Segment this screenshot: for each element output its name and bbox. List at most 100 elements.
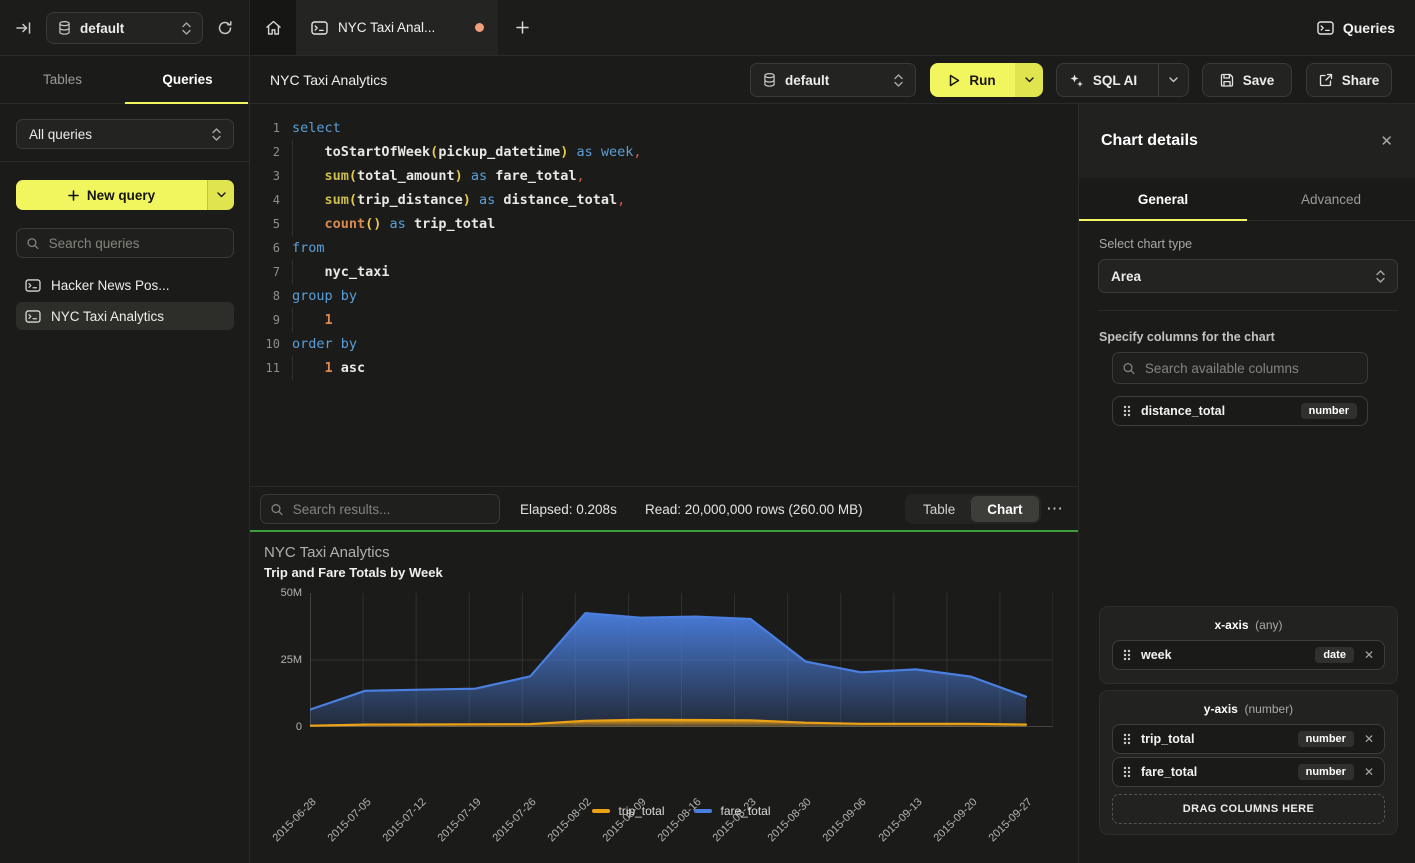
y-axis-column-fare-total[interactable]: fare_total number ✕ xyxy=(1112,757,1385,787)
panel-header: Chart details ✕ xyxy=(1079,104,1415,178)
y-axis-column-trip-total[interactable]: trip_total number ✕ xyxy=(1112,724,1385,754)
sparkles-icon xyxy=(1069,73,1084,88)
x-axis-dropzone: x-axis (any) week date ✕ xyxy=(1099,606,1398,684)
terminal-icon xyxy=(25,310,41,323)
code-text: from xyxy=(292,236,325,260)
chart-view-tab[interactable]: Chart xyxy=(971,496,1038,522)
sql-ai-dropdown[interactable] xyxy=(1158,64,1188,96)
share-button[interactable]: Share xyxy=(1306,63,1392,97)
available-column-distance-total[interactable]: distance_total number xyxy=(1112,396,1368,426)
query-list-item[interactable]: Hacker News Pos... xyxy=(16,271,234,299)
remove-column-icon[interactable]: ✕ xyxy=(1364,648,1374,662)
columns-search-input[interactable] xyxy=(1143,360,1357,377)
code-text: sum(total_amount) as fare_total, xyxy=(292,164,585,188)
new-query-dropdown[interactable] xyxy=(207,180,234,210)
code-line[interactable]: 11 1 asc xyxy=(250,356,1078,380)
query-list-item-selected[interactable]: NYC Taxi Analytics xyxy=(16,302,234,330)
chart-plot-area[interactable] xyxy=(310,593,1053,727)
tab-advanced[interactable]: Advanced xyxy=(1247,178,1415,220)
legend-label: trip_total xyxy=(618,804,664,818)
code-text: sum(trip_distance) as distance_total, xyxy=(292,188,625,212)
drag-handle-icon[interactable] xyxy=(1123,733,1131,745)
code-line[interactable]: 5 count() as trip_total xyxy=(250,212,1078,236)
tab-tables[interactable]: Tables xyxy=(0,56,125,103)
new-query-button[interactable]: New query xyxy=(16,180,234,210)
play-icon xyxy=(949,74,960,87)
more-options-button[interactable]: ⋯ xyxy=(1042,494,1068,524)
code-line[interactable]: 4 sum(trip_distance) as distance_total, xyxy=(250,188,1078,212)
rows-read-stat: Read: 20,000,000 rows (260.00 MB) xyxy=(645,487,863,531)
query-filter-value: All queries xyxy=(29,127,212,142)
remove-column-icon[interactable]: ✕ xyxy=(1364,765,1374,779)
results-search[interactable] xyxy=(260,494,500,524)
chevron-down-icon xyxy=(1169,77,1178,83)
query-filter-select[interactable]: All queries xyxy=(16,119,234,149)
sidebar-search-input[interactable] xyxy=(47,235,223,252)
chart-card: NYC Taxi Analytics Trip and Fare Totals … xyxy=(250,532,1078,863)
code-line[interactable]: 2 toStartOfWeek(pickup_datetime) as week… xyxy=(250,140,1078,164)
x-axis-column-week[interactable]: week date ✕ xyxy=(1112,640,1385,670)
collapse-sidebar-icon[interactable] xyxy=(16,20,32,36)
drag-handle-icon[interactable] xyxy=(1123,405,1131,417)
drag-handle-icon[interactable] xyxy=(1123,649,1131,661)
legend-item[interactable]: fare_total xyxy=(694,804,770,818)
top-bar-left: default xyxy=(0,0,250,56)
sql-ai-button[interactable]: SQL AI xyxy=(1056,63,1189,97)
column-name: fare_total xyxy=(1141,765,1288,779)
query-list-item-label: NYC Taxi Analytics xyxy=(51,309,164,324)
chevron-down-icon xyxy=(1025,77,1034,83)
drag-columns-dropzone[interactable]: DRAG COLUMNS HERE xyxy=(1112,794,1385,824)
refresh-icon[interactable] xyxy=(217,20,233,36)
run-database-selector[interactable]: default xyxy=(750,63,916,97)
code-line[interactable]: 9 1 xyxy=(250,308,1078,332)
tab-title: NYC Taxi Anal... xyxy=(338,20,465,35)
tab-general[interactable]: General xyxy=(1079,178,1247,220)
chevron-updown-icon xyxy=(182,22,191,35)
database-selector[interactable]: default xyxy=(46,12,203,44)
sidebar-tabs: Tables Queries xyxy=(0,56,250,104)
columns-section-label: Specify columns for the chart xyxy=(1099,330,1275,344)
column-name: week xyxy=(1141,648,1305,662)
share-label: Share xyxy=(1342,73,1380,88)
search-icon xyxy=(271,503,283,516)
legend-swatch xyxy=(592,809,610,813)
chart-legend: trip_total fare_total xyxy=(310,804,1053,818)
search-icon xyxy=(27,237,39,250)
drag-handle-icon[interactable] xyxy=(1123,766,1131,778)
tab-queries[interactable]: Queries xyxy=(125,56,250,103)
x-axis-header: x-axis (any) xyxy=(1112,615,1385,640)
database-icon xyxy=(763,73,776,87)
sidebar-search[interactable] xyxy=(16,228,234,258)
terminal-icon xyxy=(25,279,41,292)
chart-type-select[interactable]: Area xyxy=(1098,259,1398,293)
columns-search[interactable] xyxy=(1112,352,1368,384)
code-line[interactable]: 8group by xyxy=(250,284,1078,308)
code-line[interactable]: 1select xyxy=(250,116,1078,140)
legend-item[interactable]: trip_total xyxy=(592,804,664,818)
run-dropdown[interactable] xyxy=(1015,63,1043,97)
code-line[interactable]: 7 nyc_taxi xyxy=(250,260,1078,284)
code-line[interactable]: 10order by xyxy=(250,332,1078,356)
results-search-input[interactable] xyxy=(291,501,489,518)
active-query-tab[interactable]: NYC Taxi Anal... xyxy=(297,0,498,55)
remove-column-icon[interactable]: ✕ xyxy=(1364,732,1374,746)
save-button[interactable]: Save xyxy=(1202,63,1292,97)
plus-icon xyxy=(516,21,529,34)
y-tick-0: 0 xyxy=(250,721,302,733)
table-view-tab[interactable]: Table xyxy=(907,496,971,522)
column-type-badge: date xyxy=(1315,647,1354,663)
run-button[interactable]: Run xyxy=(930,63,1043,97)
new-tab-button[interactable] xyxy=(498,0,546,55)
queries-shortcut[interactable]: Queries xyxy=(1317,0,1395,56)
tab-strip: NYC Taxi Anal... xyxy=(250,0,546,55)
code-line[interactable]: 6from xyxy=(250,236,1078,260)
line-number: 5 xyxy=(250,217,280,231)
close-icon[interactable]: ✕ xyxy=(1380,132,1393,150)
chevron-updown-icon xyxy=(1376,270,1385,283)
home-tab[interactable] xyxy=(250,0,297,55)
database-icon xyxy=(58,21,71,35)
code-line[interactable]: 3 sum(total_amount) as fare_total, xyxy=(250,164,1078,188)
chevron-down-icon xyxy=(217,192,226,198)
code-text: toStartOfWeek(pickup_datetime) as week, xyxy=(292,140,642,164)
sql-editor[interactable]: 1select2 toStartOfWeek(pickup_datetime) … xyxy=(250,104,1078,486)
